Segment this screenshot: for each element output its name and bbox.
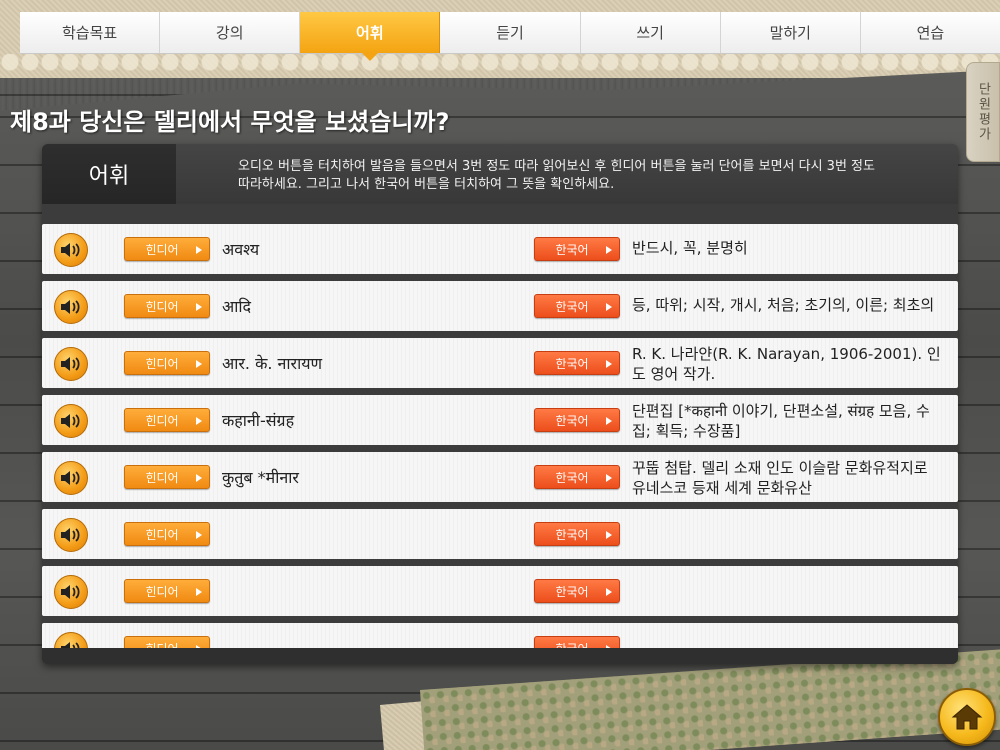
play-arrow-icon	[606, 474, 612, 482]
korean-button[interactable]: 한국어	[534, 408, 620, 432]
tab-writing[interactable]: 쓰기	[581, 12, 721, 53]
korean-button[interactable]: 한국어	[534, 294, 620, 318]
play-arrow-icon	[606, 246, 612, 254]
hindi-button[interactable]: 힌디어	[124, 408, 210, 432]
hindi-button[interactable]: 힌디어	[124, 636, 210, 648]
hindi-button[interactable]: 힌디어	[124, 579, 210, 603]
vocabulary-row: 힌디어 한국어	[42, 509, 958, 559]
vocabulary-row: 힌디어 कुतुब *मीनार 한국어 꾸뚭 첨탑. 델리 소재 인도 이슬람…	[42, 452, 958, 502]
play-arrow-icon	[606, 303, 612, 311]
vocabulary-row: 힌디어 한국어	[42, 566, 958, 616]
korean-meaning: 반드시, 꼭, 분명히	[632, 239, 748, 257]
korean-button[interactable]: 한국어	[534, 465, 620, 489]
korean-button[interactable]: 한국어	[534, 237, 620, 261]
play-arrow-icon	[606, 417, 612, 425]
panel-footer	[42, 648, 958, 664]
speaker-icon[interactable]	[54, 404, 88, 438]
tab-vocabulary[interactable]: 어휘	[300, 12, 441, 61]
unit-assessment-label: 단원평가	[975, 82, 991, 142]
tab-lecture[interactable]: 강의	[160, 12, 301, 53]
play-arrow-icon	[196, 417, 202, 425]
hindi-button[interactable]: 힌디어	[124, 294, 210, 318]
play-arrow-icon	[196, 246, 202, 254]
korean-button-label: 한국어	[555, 470, 589, 485]
play-arrow-icon	[196, 588, 202, 596]
instructions-text: 오디오 버튼을 터치하여 발음을 들으면서 3번 정도 따라 읽어보신 후 힌디…	[238, 159, 875, 192]
korean-button-label: 한국어	[555, 640, 588, 649]
play-arrow-icon	[196, 531, 202, 539]
hindi-word: आर. के. नारायण	[222, 354, 323, 373]
vocabulary-row: 힌디어 한국어	[42, 623, 958, 648]
tab-practice[interactable]: 연습	[861, 12, 1000, 53]
hindi-button[interactable]: 힌디어	[124, 522, 210, 546]
panel-header: 어휘 오디오 버튼을 터치하여 발음을 들으면서 3번 정도 따라 읽어보신 후…	[42, 144, 958, 204]
top-navigation-tabs: 학습목표 강의 어휘 듣기 쓰기 말하기 연습	[20, 12, 1000, 61]
hindi-button-label: 힌디어	[145, 299, 179, 314]
hindi-button[interactable]: 힌디어	[124, 351, 210, 375]
speaker-icon[interactable]	[54, 518, 88, 552]
play-arrow-icon	[196, 360, 202, 368]
tab-learning-objectives[interactable]: 학습목표	[20, 12, 161, 53]
korean-button-label: 한국어	[555, 242, 589, 257]
hindi-button-label: 힌디어	[145, 356, 179, 371]
play-arrow-icon	[196, 474, 202, 482]
korean-meaning: R. K. 나라얀(R. K. Narayan, 1906-2001). 인도 …	[632, 345, 941, 383]
korean-button-label: 한국어	[555, 299, 589, 314]
lesson-title: 제8과 당신은 델리에서 무엇을 보셨습니까?	[10, 108, 450, 136]
speaker-icon[interactable]	[54, 632, 88, 648]
vocabulary-row: 힌디어 अवश्य 한국어 반드시, 꼭, 분명히	[42, 224, 958, 274]
korean-button[interactable]: 한국어	[534, 579, 620, 603]
speaker-icon[interactable]	[54, 575, 88, 609]
korean-meaning: 꾸뚭 첨탑. 델리 소재 인도 이슬람 문화유적지로 유네스코 등재 세계 문화…	[632, 459, 928, 497]
hindi-button-label: 힌디어	[145, 413, 179, 428]
section-label: 어휘	[42, 144, 176, 204]
korean-button[interactable]: 한국어	[534, 522, 620, 546]
home-button[interactable]	[938, 688, 996, 746]
vocabulary-row: 힌디어 आदि 한국어 등, 따위; 시작, 개시, 처음; 초기의, 이른; …	[42, 281, 958, 331]
vocabulary-row: 힌디어 कहानी-संग्रह 한국어 단편집 [*कहानी 이야기, 단편…	[42, 395, 958, 445]
korean-button-label: 한국어	[555, 356, 589, 371]
hindi-word: आदि	[222, 297, 251, 316]
tab-listening[interactable]: 듣기	[440, 12, 581, 53]
korean-button-label: 한국어	[555, 527, 589, 542]
hindi-word: कुतुब *मीनार	[222, 468, 299, 487]
speaker-icon[interactable]	[54, 233, 88, 267]
home-icon	[951, 704, 983, 730]
vocabulary-panel: 어휘 오디오 버튼을 터치하여 발음을 들으면서 3번 정도 따라 읽어보신 후…	[42, 144, 958, 664]
play-arrow-icon	[196, 303, 202, 311]
hindi-button-label: 힌디어	[145, 527, 179, 542]
korean-button-label: 한국어	[555, 584, 589, 599]
hindi-button-label: 힌디어	[145, 640, 178, 649]
play-arrow-icon	[606, 531, 612, 539]
lace-decoration	[0, 54, 1000, 78]
speaker-icon[interactable]	[54, 347, 88, 381]
korean-button[interactable]: 한국어	[534, 636, 620, 648]
hindi-button-label: 힌디어	[145, 584, 179, 599]
vocabulary-list[interactable]: 힌디어 अवश्य 한국어 반드시, 꼭, 분명히 힌디어 आदि 한국어 등,…	[42, 224, 958, 648]
hindi-word: कहानी-संग्रह	[222, 411, 295, 430]
speaker-icon[interactable]	[54, 290, 88, 324]
speaker-icon[interactable]	[54, 461, 88, 495]
hindi-button-label: 힌디어	[145, 242, 179, 257]
korean-button[interactable]: 한국어	[534, 351, 620, 375]
hindi-button[interactable]: 힌디어	[124, 237, 210, 261]
play-arrow-icon	[606, 588, 612, 596]
korean-meaning: 단편집 [*कहानी 이야기, 단편소설, संग्रह 모음, 수집; 획득…	[632, 402, 930, 440]
tab-speaking[interactable]: 말하기	[721, 12, 861, 53]
hindi-word: अवश्य	[222, 240, 260, 259]
vocabulary-row: 힌디어 आर. के. नारायण 한국어 R. K. 나라얀(R. K. N…	[42, 338, 958, 388]
korean-meaning: 등, 따위; 시작, 개시, 처음; 초기의, 이른; 최초의	[632, 296, 935, 314]
play-arrow-icon	[606, 360, 612, 368]
hindi-button-label: 힌디어	[145, 470, 179, 485]
hindi-button[interactable]: 힌디어	[124, 465, 210, 489]
unit-assessment-tab[interactable]: 단원평가	[966, 62, 1000, 162]
korean-button-label: 한국어	[555, 413, 589, 428]
